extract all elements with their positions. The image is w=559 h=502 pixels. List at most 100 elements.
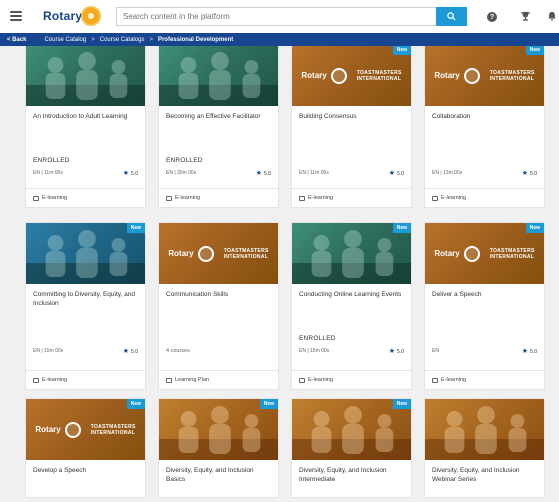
course-type-label: E-learning — [42, 377, 68, 383]
new-badge: New — [259, 399, 278, 409]
course-card[interactable]: Rotary TOASTMASTERS INTERNATIONAL New Delive… — [424, 222, 545, 390]
course-type: E-learning — [159, 188, 278, 207]
learning-plan-icon — [166, 377, 172, 383]
people-photo-icon — [425, 406, 544, 460]
course-title[interactable]: Deliver a Speech — [432, 290, 540, 299]
rotary-toastmasters-logo: Rotary TOASTMASTERS INTERNATIONAL — [292, 46, 411, 106]
star-icon: ★ — [122, 348, 130, 355]
course-thumbnail: Rotary TOASTMASTERS INTERNATIONAL New — [425, 46, 544, 106]
course-meta: EN | 11m 00s — [299, 170, 329, 176]
course-title[interactable]: Diversity, Equity, and Inclusion Webinar… — [432, 466, 540, 484]
course-thumbnail: New — [292, 223, 411, 284]
star-icon: ★ — [521, 348, 529, 355]
people-photo-icon — [26, 52, 145, 106]
elearning-icon — [299, 195, 305, 201]
rotary-toastmasters-logo: Rotary TOASTMASTERS INTERNATIONAL — [159, 223, 278, 284]
enrolled-status: ENROLLED — [166, 157, 203, 164]
course-title[interactable]: Conducting Online Learning Events — [299, 290, 407, 299]
back-button[interactable]: < Back — [7, 37, 27, 43]
course-card[interactable]: Rotary TOASTMASTERS INTERNATIONAL Communica… — [158, 222, 279, 390]
brand-toastmasters-text: TOASTMASTERS INTERNATIONAL — [490, 248, 535, 260]
rotary-wheel-icon[interactable] — [81, 6, 101, 26]
breadcrumb-bar: < Back Course Catalog > Course Catalogs … — [0, 33, 559, 46]
brand-toastmasters-text: TOASTMASTERS INTERNATIONAL — [490, 70, 535, 82]
course-rating: ★ 5.0 — [389, 347, 404, 355]
course-card[interactable]: Rotary TOASTMASTERS INTERNATIONAL New Buildi… — [291, 46, 412, 208]
course-type: E-learning — [425, 370, 544, 389]
people-photo-icon — [159, 52, 278, 106]
breadcrumb-professional-development: Professional Development — [157, 36, 234, 43]
course-card[interactable]: Diversity, Equity, and Inclusion Webinar… — [424, 398, 545, 498]
course-rating: ★ 5.0 — [123, 169, 138, 177]
course-type: E-learning — [292, 188, 411, 207]
brand-toastmasters-text: TOASTMASTERS INTERNATIONAL — [357, 70, 402, 82]
trophy-icon[interactable] — [519, 10, 531, 22]
course-type: E-learning — [425, 188, 544, 207]
course-title[interactable]: Diversity, Equity, and Inclusion Basics — [166, 466, 274, 484]
course-type-label: E-learning — [441, 377, 467, 383]
brand-toastmasters-line2: INTERNATIONAL — [90, 429, 136, 436]
elearning-icon — [432, 195, 438, 201]
brand-rotary-text: Rotary — [168, 249, 194, 258]
menu-icon[interactable] — [10, 11, 22, 21]
new-badge: New — [525, 223, 544, 233]
course-thumbnail: New — [26, 223, 145, 284]
rotary-wheel-icon — [197, 245, 214, 262]
course-thumbnail: New — [159, 399, 278, 460]
course-thumbnail: New — [292, 399, 411, 460]
course-card[interactable]: New Diversity, Equity, and Inclusion Inte… — [291, 398, 412, 498]
course-title[interactable]: An Introduction to Adult Learning — [33, 112, 141, 121]
course-card[interactable]: Rotary TOASTMASTERS INTERNATIONAL New Collab… — [424, 46, 545, 208]
brand-rotary-text: Rotary — [35, 425, 61, 434]
course-type-label: E-learning — [308, 377, 334, 383]
star-icon: ★ — [388, 348, 396, 355]
course-title[interactable]: Building Consensus — [299, 112, 407, 121]
course-meta: EN | 11m 00s — [33, 170, 63, 176]
bell-icon[interactable] — [546, 10, 558, 22]
breadcrumb: Course Catalog > Course Catalogs > Profe… — [45, 37, 234, 43]
brand-logo-text[interactable]: Rotary — [43, 9, 82, 23]
course-card[interactable]: An Introduction to Adult Learning ENROLLE… — [25, 46, 146, 208]
brand-toastmasters-line2: INTERNATIONAL — [489, 253, 535, 260]
course-type: E-learning — [292, 370, 411, 389]
new-badge: New — [126, 223, 145, 233]
rotary-wheel-icon — [463, 245, 480, 262]
course-rating: ★ 5.0 — [522, 169, 537, 177]
course-title[interactable]: Committing to Diversity, Equity, and Inc… — [33, 290, 141, 308]
rotary-wheel-icon — [463, 67, 480, 84]
course-card[interactable]: Becoming an Effective Facilitator ENROLLE… — [158, 46, 279, 208]
course-rating: ★ 5.0 — [389, 169, 404, 177]
course-count: 4 courses — [166, 348, 190, 354]
course-title[interactable]: Becoming an Effective Facilitator — [166, 112, 274, 121]
course-card[interactable]: New Diversity, Equity, and Inclusion Basi… — [158, 398, 279, 498]
course-meta: EN | 30m 00s — [166, 170, 197, 176]
course-title[interactable]: Collaboration — [432, 112, 540, 121]
new-badge: New — [392, 223, 411, 233]
breadcrumb-separator: > — [91, 36, 95, 43]
breadcrumb-separator: > — [149, 36, 153, 43]
course-card[interactable]: Rotary TOASTMASTERS INTERNATIONAL New Develo… — [25, 398, 146, 498]
new-badge: New — [392, 46, 411, 55]
course-card[interactable]: New Committing to Diversity, Equity, and … — [25, 222, 146, 390]
course-thumbnail: Rotary TOASTMASTERS INTERNATIONAL New — [26, 399, 145, 460]
breadcrumb-course-catalog[interactable]: Course Catalog — [45, 37, 87, 43]
search-button[interactable] — [436, 7, 467, 26]
course-title[interactable]: Communication Skills — [166, 290, 274, 299]
breadcrumb-course-catalogs[interactable]: Course Catalogs — [100, 37, 145, 43]
course-grid: An Introduction to Adult Learning ENROLLE… — [0, 46, 559, 502]
course-meta: EN | 13m 00s — [432, 170, 463, 176]
search-input[interactable] — [116, 7, 436, 26]
course-title[interactable]: Diversity, Equity, and Inclusion Interme… — [299, 466, 407, 484]
elearning-icon — [33, 377, 39, 383]
star-icon: ★ — [255, 170, 263, 177]
rotary-wheel-icon — [64, 421, 81, 438]
rotary-toastmasters-logo: Rotary TOASTMASTERS INTERNATIONAL — [425, 46, 544, 106]
course-type-label: E-learning — [175, 195, 201, 201]
course-thumbnail: Rotary TOASTMASTERS INTERNATIONAL New — [292, 46, 411, 106]
course-card[interactable]: New Conducting Online Learning Events ENRO… — [291, 222, 412, 390]
help-icon[interactable]: ? — [487, 12, 497, 22]
course-type-label: E-learning — [42, 195, 68, 201]
course-type-label: E-learning — [441, 195, 467, 201]
course-title[interactable]: Develop a Speech — [33, 466, 141, 475]
course-thumbnail: Rotary TOASTMASTERS INTERNATIONAL — [159, 223, 278, 284]
